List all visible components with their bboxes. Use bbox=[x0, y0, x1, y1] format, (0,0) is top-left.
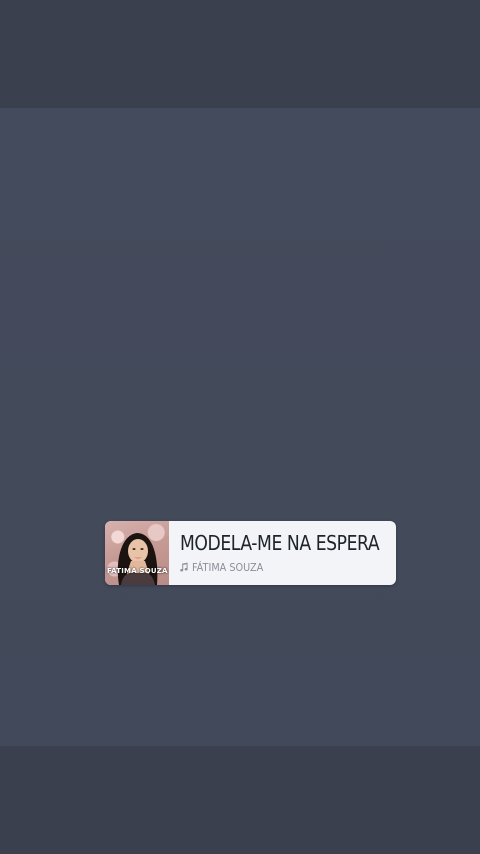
album-art-text: FÁTIMA SOUZA bbox=[107, 567, 168, 575]
story-screen: FÁTIMA SOUZA MODELA-ME NA ESPERA FÁTIMA … bbox=[0, 0, 480, 854]
music-note-icon bbox=[180, 562, 188, 572]
album-art-portrait bbox=[117, 533, 158, 585]
bottom-dim-area bbox=[0, 746, 480, 854]
story-canvas bbox=[0, 108, 480, 746]
album-art: FÁTIMA SOUZA bbox=[105, 521, 169, 585]
artist-name: FÁTIMA SOUZA bbox=[192, 560, 264, 574]
top-dim-area bbox=[0, 0, 480, 108]
song-title: MODELA-ME NA ESPERA bbox=[180, 531, 380, 555]
music-sticker[interactable]: FÁTIMA SOUZA MODELA-ME NA ESPERA FÁTIMA … bbox=[105, 521, 396, 585]
artist-row: FÁTIMA SOUZA bbox=[179, 560, 273, 574]
